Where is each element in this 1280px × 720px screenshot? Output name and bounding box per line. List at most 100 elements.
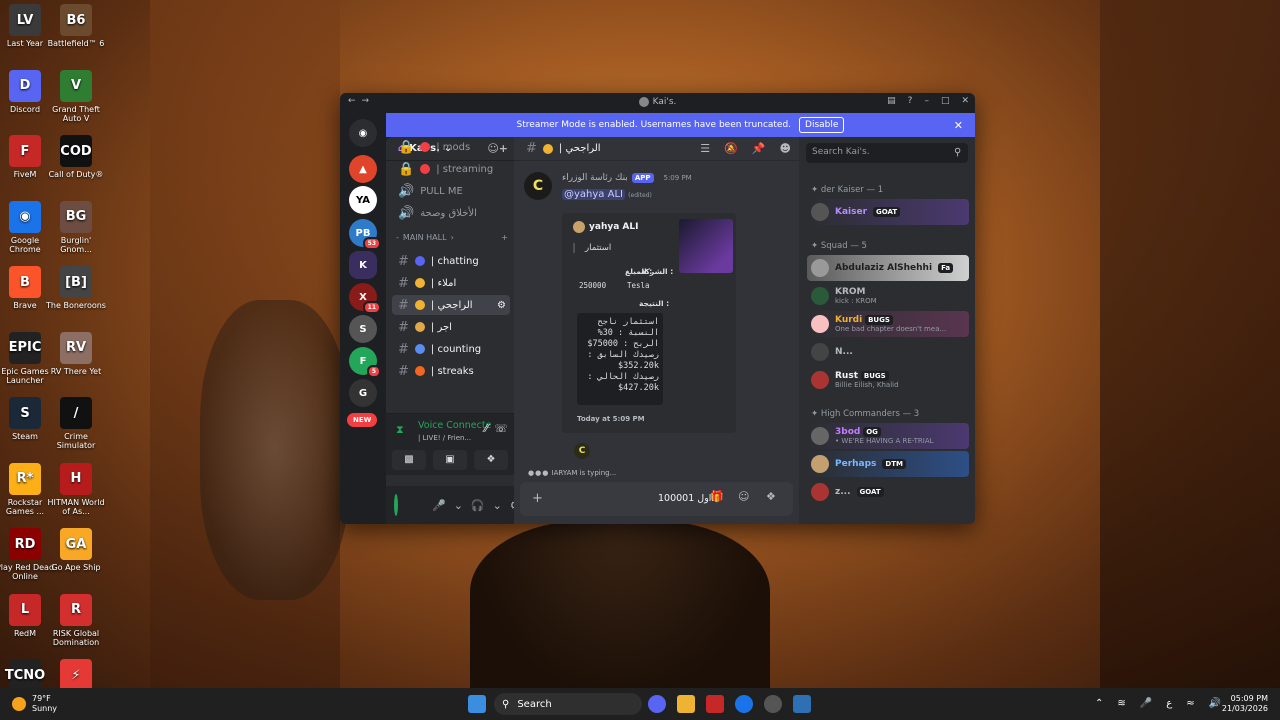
- banner-close-icon[interactable]: ✕: [954, 119, 963, 132]
- desktop-icon[interactable]: H HITMAN World of As...: [45, 462, 107, 516]
- members-icon[interactable]: ☻: [780, 142, 791, 155]
- server-icon[interactable]: S: [349, 315, 377, 343]
- search-icon[interactable]: ⚲: [954, 147, 961, 158]
- category-header[interactable]: - MAIN HALL › +: [396, 233, 508, 242]
- desktop-icon[interactable]: [B] The Boneroons: [45, 266, 107, 310]
- channel-name: | املاء: [430, 277, 457, 289]
- maximize-button[interactable]: □: [941, 96, 950, 106]
- desktop-icon[interactable]: B6 Battlefield™ 6: [45, 4, 107, 48]
- voice-channel-item[interactable]: 🔊 PULL ME: [392, 181, 510, 201]
- desktop-icon[interactable]: BG Burglin' Gnom...: [45, 200, 107, 254]
- chrome-taskbar-icon[interactable]: [735, 695, 753, 713]
- add-channel-icon[interactable]: +: [501, 233, 508, 242]
- hash-icon: #: [398, 363, 409, 379]
- bot-avatar[interactable]: C: [524, 172, 552, 200]
- member-item[interactable]: Perhaps DTM: [807, 451, 969, 477]
- member-item[interactable]: KROM kick : KROM: [807, 283, 969, 309]
- sticker-icon[interactable]: ☺: [738, 490, 749, 503]
- channel-item[interactable]: # | املاء: [392, 273, 510, 293]
- file-explorer-icon[interactable]: [677, 695, 695, 713]
- taskbar-search[interactable]: ⚲ Search: [494, 693, 642, 715]
- apps-icon[interactable]: ❖: [766, 490, 776, 503]
- new-pill[interactable]: NEW: [347, 413, 378, 427]
- language-indicator[interactable]: ع: [1166, 698, 1172, 709]
- voice-status[interactable]: Voice Connecte: [418, 420, 491, 431]
- embed-thumbnail[interactable]: [679, 219, 733, 273]
- weather-widget[interactable]: 79°F Sunny: [12, 694, 57, 714]
- server-icon[interactable]: ▲: [349, 155, 377, 183]
- desktop-icon[interactable]: COD Call of Duty®: [45, 135, 107, 179]
- desktop-icon[interactable]: / Crime Simulator: [45, 397, 107, 450]
- fivem-taskbar-icon[interactable]: [706, 695, 724, 713]
- server-icon-active[interactable]: K: [349, 251, 377, 279]
- server-icon[interactable]: G: [349, 379, 377, 407]
- member-item[interactable]: N...: [807, 339, 969, 365]
- member-item[interactable]: Kaiser GOAT: [807, 199, 969, 225]
- author-name[interactable]: بنك رئاسة الوزراء: [562, 173, 628, 183]
- bot-reaction-icon[interactable]: C: [574, 443, 590, 459]
- pin-icon[interactable]: 📌: [752, 142, 766, 155]
- channel-item-active[interactable]: # | الراجحي ⚙: [392, 295, 510, 315]
- app-taskbar-icon[interactable]: [764, 695, 782, 713]
- message-input[interactable]: + 100001 تداول 🎁 ☺ ❖: [520, 482, 793, 516]
- help-icon[interactable]: ?: [908, 96, 913, 106]
- start-button[interactable]: [468, 695, 486, 713]
- clock[interactable]: 05:09 PM 21/03/2026: [1222, 694, 1268, 714]
- emoji-icon: [414, 278, 425, 288]
- wifi-icon[interactable]: ≈: [1186, 698, 1194, 709]
- disconnect-icon[interactable]: ☏: [494, 422, 508, 435]
- desktop-icon[interactable]: R RISK Global Domination: [45, 593, 107, 647]
- search-input[interactable]: Search Kai's.: [806, 143, 968, 163]
- server-icon[interactable]: X 11: [349, 283, 381, 314]
- volume-icon[interactable]: 🔊: [1209, 698, 1221, 709]
- member-item[interactable]: Rust BUGS Billie Eilish, Khalid: [807, 367, 969, 393]
- activities-button[interactable]: ❖: [474, 450, 508, 470]
- code-line: رصيدك الحالي :: [587, 372, 659, 382]
- minimize-button[interactable]: –: [924, 96, 929, 106]
- channel-item[interactable]: # | اجر: [392, 317, 510, 337]
- discord-taskbar-icon[interactable]: [648, 695, 666, 713]
- channel-item[interactable]: 🔒 | streaming: [392, 159, 510, 179]
- noise-suppression-icon[interactable]: ⁄⁄: [484, 422, 488, 435]
- network-icon[interactable]: ≋: [1117, 698, 1125, 709]
- desktop-icon[interactable]: RV RV There Yet: [45, 331, 107, 376]
- user-mention[interactable]: @yahya ALI: [562, 189, 625, 200]
- channel-item[interactable]: 🔒 | mods: [392, 137, 510, 157]
- gift-icon[interactable]: 🎁: [710, 490, 724, 503]
- discord-home-icon[interactable]: ◉: [349, 119, 377, 147]
- disable-button[interactable]: Disable: [799, 117, 845, 133]
- member-item[interactable]: Kurdi BUGS One bad chapter doesn't mea...: [807, 311, 969, 337]
- server-icon[interactable]: PB 53: [349, 219, 381, 250]
- server-icon[interactable]: YA: [349, 186, 377, 214]
- member-item[interactable]: 3bod OG • WE'RE HAVING A RE-TRIAL: [807, 423, 969, 449]
- channel-item[interactable]: # | counting: [392, 339, 510, 359]
- emoji-icon: [420, 142, 431, 152]
- microphone-icon[interactable]: 🎤: [432, 499, 446, 512]
- add-attachment-icon[interactable]: +: [532, 491, 543, 506]
- chevron-down-icon[interactable]: ⌄: [454, 499, 463, 512]
- chevron-up-icon[interactable]: ⌃: [1095, 698, 1103, 709]
- microphone-icon[interactable]: 🎤: [1140, 698, 1152, 709]
- settings-icon[interactable]: ⚙: [497, 300, 506, 311]
- server-icon[interactable]: F5: [349, 347, 381, 378]
- close-button[interactable]: ✕: [961, 96, 969, 106]
- app-icon: ⚡: [60, 659, 92, 691]
- app-taskbar-icon[interactable]: [793, 695, 811, 713]
- member-item[interactable]: Abdulaziz AlShehhi Fa: [807, 255, 969, 281]
- voice-channel-item[interactable]: 🔊 الأخلاق وصحة: [392, 203, 510, 223]
- mute-icon[interactable]: 🔕: [724, 142, 738, 155]
- chevron-down-icon[interactable]: ⌄: [493, 499, 502, 512]
- channel-item[interactable]: # | chatting: [392, 251, 510, 271]
- inbox-icon[interactable]: ▤: [887, 96, 896, 106]
- hash-icon: #: [398, 341, 409, 357]
- desktop-icon[interactable]: V Grand Theft Auto V: [45, 69, 107, 123]
- member-item[interactable]: z... GOAT: [807, 479, 969, 505]
- avatar[interactable]: [394, 494, 398, 516]
- headphones-icon[interactable]: 🎧: [471, 499, 485, 512]
- channel-item[interactable]: # | streaks: [392, 361, 510, 381]
- threads-icon[interactable]: ☰: [700, 142, 710, 155]
- desktop-icon[interactable]: GA Go Ape Ship: [45, 528, 107, 572]
- screen-share-button[interactable]: ▣: [433, 450, 467, 470]
- channel-name: | الراجحي: [430, 299, 473, 311]
- camera-off-button[interactable]: ▩: [392, 450, 426, 470]
